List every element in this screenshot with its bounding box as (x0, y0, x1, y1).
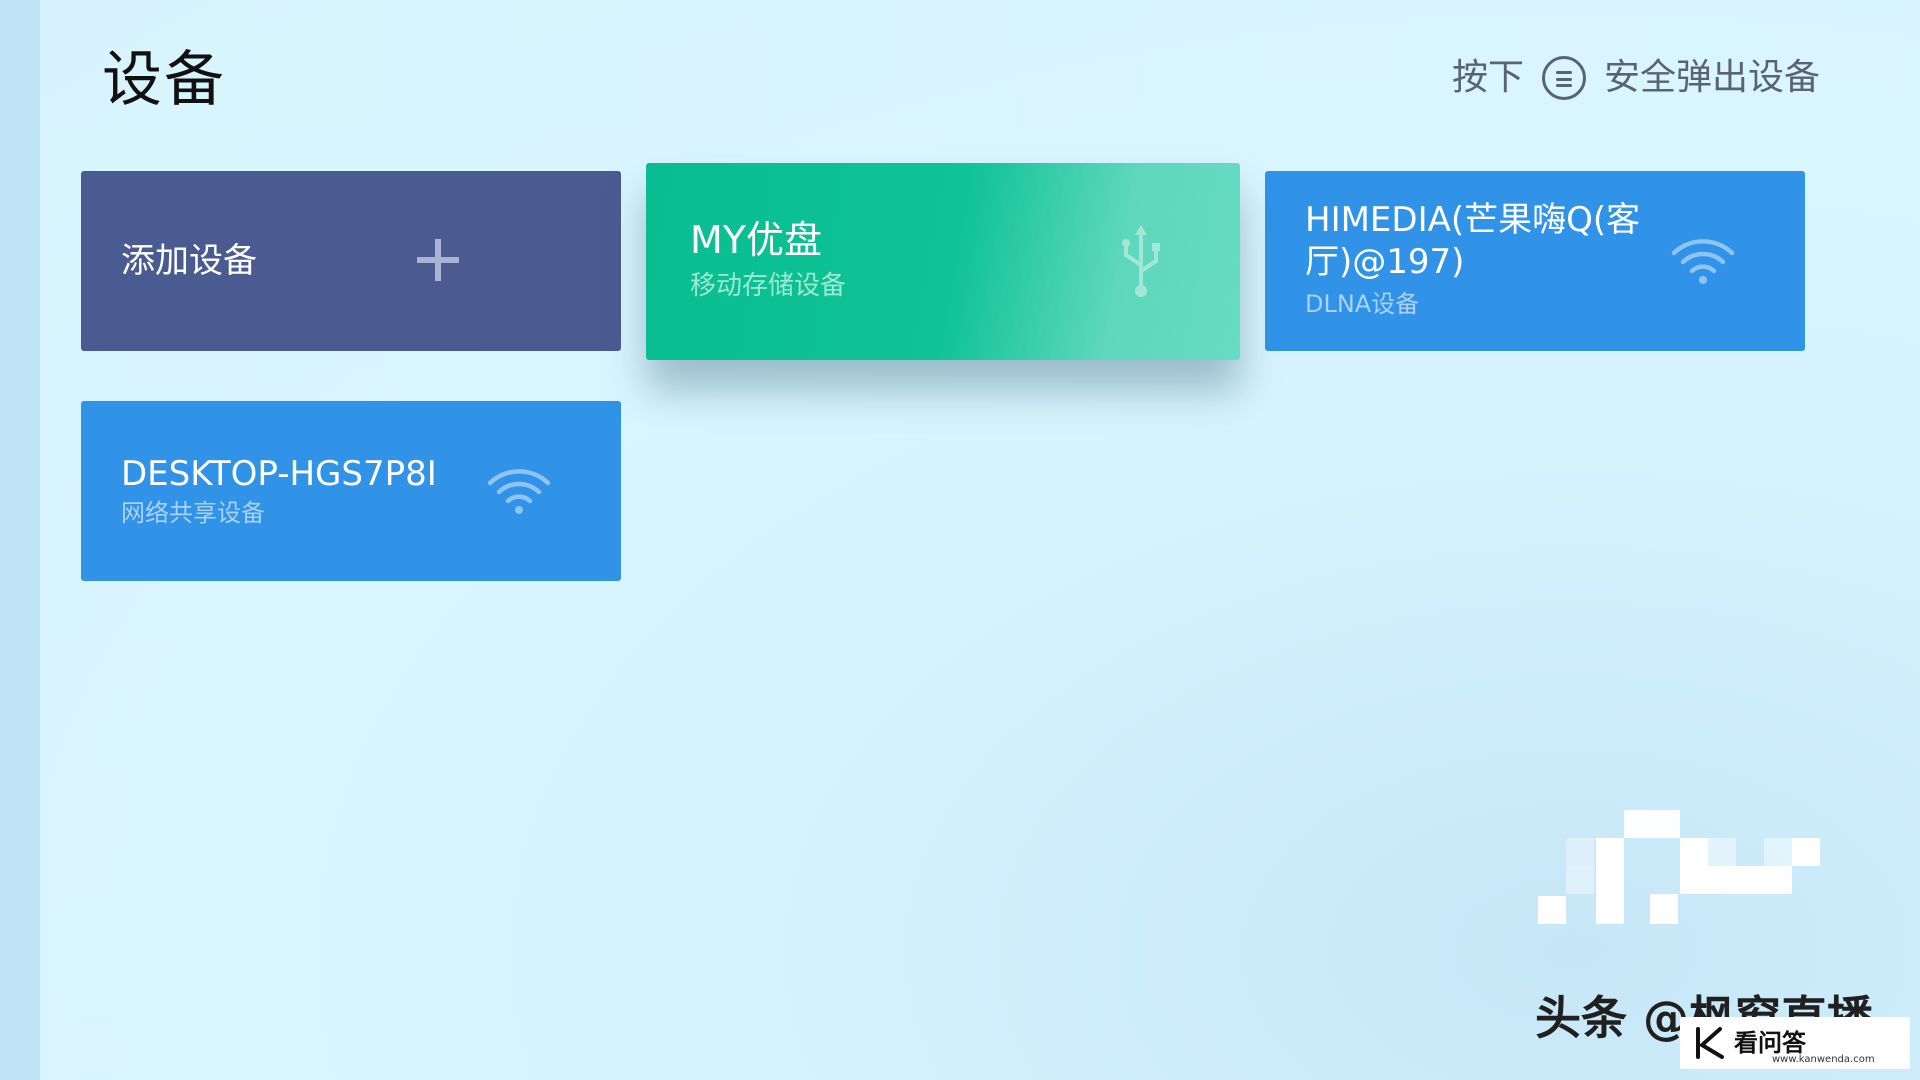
pixelated-decoration (1538, 810, 1820, 924)
plus-icon (417, 239, 459, 281)
hint-prefix: 按下 (1451, 57, 1524, 98)
device-type: 网络共享设备 (121, 499, 265, 527)
badge-text: 看问答 (1734, 1029, 1806, 1057)
kanwenda-logo-icon (1696, 1027, 1724, 1059)
site-badge: 看问答 www.kanwenda.com (1680, 1017, 1910, 1069)
badge-url: www.kanwenda.com (1772, 1054, 1875, 1065)
wifi-icon (1671, 239, 1735, 284)
page-title: 设备 (102, 45, 226, 115)
usb-icon (1122, 225, 1160, 297)
menu-icon (1541, 56, 1586, 100)
hint-suffix: 安全弹出设备 (1603, 57, 1820, 98)
add-device-card[interactable]: 添加设备 (81, 171, 621, 351)
device-name: 添加设备 (121, 241, 257, 281)
device-name: HIMEDIA(芒果嗨Q(客厅)@197) (1305, 200, 1641, 282)
device-card-usb[interactable]: MY优盘 移动存储设备 (646, 163, 1240, 360)
device-type: DLNA设备 (1305, 290, 1420, 318)
device-name: MY优盘 (690, 218, 822, 262)
eject-hint: 按下 安全弹出设备 (1452, 54, 1820, 102)
device-card-desktop[interactable]: DESKTOP-HGS7P8I 网络共享设备 (81, 401, 621, 581)
device-card-himedia[interactable]: HIMEDIA(芒果嗨Q(客厅)@197) DLNA设备 (1265, 171, 1805, 351)
device-name: DESKTOP-HGS7P8I (121, 454, 437, 494)
left-edge-strip (0, 0, 40, 1080)
device-type: 移动存储设备 (690, 271, 847, 301)
wifi-icon (487, 469, 551, 514)
